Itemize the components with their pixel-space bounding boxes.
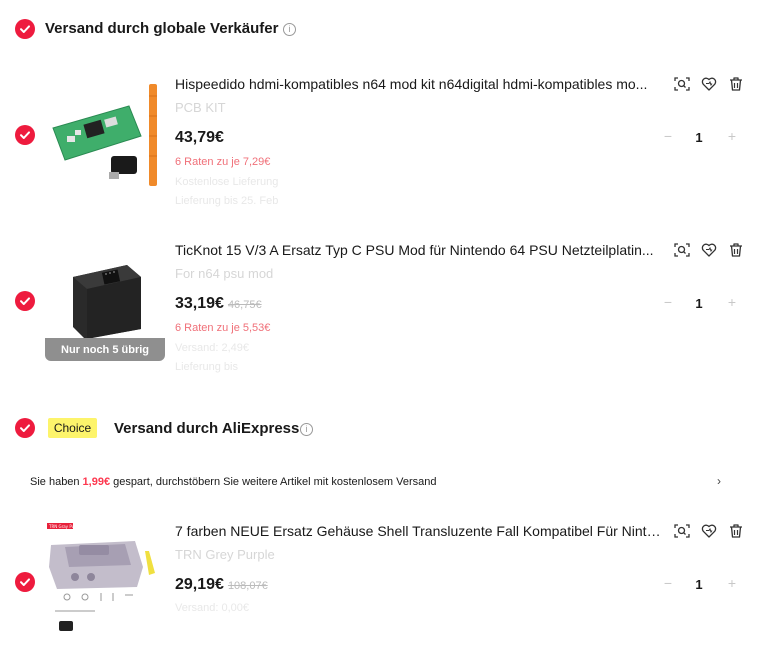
product-image-shell[interactable]: TRN Gray Purple [45,521,165,641]
shipping-text: Kostenlose Lieferung [175,176,279,188]
check-icon [20,578,30,586]
banner-amount: 1,99€ [82,476,111,488]
quantity-decrease-button[interactable]: − [661,575,675,591]
item-price: 43,79€ [175,129,224,147]
delivery-text: Lieferung bis [175,361,238,373]
quantity-decrease-button[interactable]: − [661,294,675,310]
stock-badge: Nur noch 5 übrig [45,338,165,361]
installment-text: 6 Raten zu je 7,29€ [175,156,271,168]
item-variant[interactable]: TRN Grey Purple [175,547,275,562]
pcb-kit-image [52,84,157,186]
trash-icon[interactable] [727,75,745,93]
chevron-right-icon[interactable]: › [717,474,721,488]
info-icon[interactable]: i [300,423,313,436]
current-price: 33,19€ [175,295,224,312]
item-price: 29,19€ 108,07€ [175,576,268,594]
heart-icon[interactable] [700,75,718,93]
quantity-increase-button[interactable]: + [725,128,739,144]
item-checkbox[interactable] [15,572,35,592]
check-icon [20,131,30,139]
find-similar-icon[interactable] [673,241,691,259]
banner-suffix: gespart, durchstöbern Sie weitere Artike… [113,476,437,488]
shipping-text: Versand: 2,49€ [175,342,250,354]
console-shell-image: TRN Gray Purple [47,523,155,631]
heart-icon[interactable] [700,241,718,259]
delivery-text: Lieferung bis 25. Feb [175,195,279,207]
installment-text: 6 Raten zu je 5,53€ [175,322,271,334]
item-title[interactable]: Hispeedido hdmi-kompatibles n64 mod kit … [175,76,663,92]
item-title[interactable]: TicKnot 15 V/3 A Ersatz Typ C PSU Mod fü… [175,242,663,258]
item-variant[interactable]: PCB KIT [175,100,226,115]
section-aliexpress-checkbox[interactable] [15,418,35,438]
check-icon [20,424,30,432]
item-price: 33,19€ 46,75€ [175,295,262,313]
section-global-checkbox[interactable] [15,19,35,39]
section-title-global: Versand durch globale Verkäufer [45,20,279,37]
find-similar-icon[interactable] [673,522,691,540]
item-checkbox[interactable] [15,291,35,311]
quantity-increase-button[interactable]: + [725,294,739,310]
section-title-aliexpress: Versand durch AliExpress [114,420,300,437]
trash-icon[interactable] [727,522,745,540]
current-price: 43,79€ [175,129,224,146]
original-price: 108,07€ [227,580,268,592]
trash-icon[interactable] [727,241,745,259]
image-tag-text: TRN Gray Purple [48,524,82,529]
original-price: 46,75€ [227,299,262,311]
quantity-increase-button[interactable]: + [725,575,739,591]
quantity-value: 1 [695,130,703,145]
product-image-hdmi-kit[interactable] [45,76,165,196]
savings-banner[interactable]: Sie haben 1,99€ gespart, durchstöbern Si… [30,474,730,490]
banner-prefix: Sie haben [30,476,80,488]
quantity-value: 1 [695,577,703,592]
choice-badge: Choice [48,418,97,438]
check-icon [20,297,30,305]
current-price: 29,19€ [175,576,224,593]
heart-icon[interactable] [700,522,718,540]
find-similar-icon[interactable] [673,75,691,93]
item-variant[interactable]: For n64 psu mod [175,266,273,281]
check-icon [20,25,30,33]
info-icon[interactable]: i [283,23,296,36]
quantity-value: 1 [695,296,703,311]
item-title[interactable]: 7 farben NEUE Ersatz Gehäuse Shell Trans… [175,523,663,539]
item-checkbox[interactable] [15,125,35,145]
quantity-decrease-button[interactable]: − [661,128,675,144]
shipping-text: Versand: 0,00€ [175,602,250,614]
